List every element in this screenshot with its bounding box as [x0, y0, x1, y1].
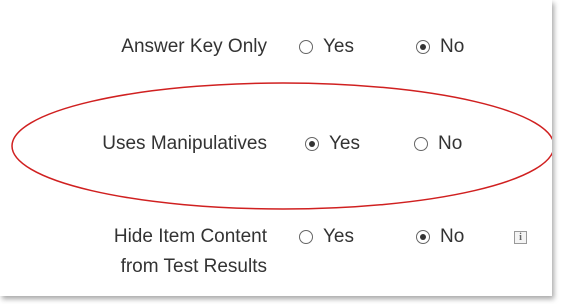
setting-label-answer-key-only: Answer Key Only: [121, 32, 267, 62]
option-label: No: [440, 226, 465, 247]
setting-row-answer-key-only: Answer Key Only Yes No: [0, 32, 552, 68]
setting-row-hide-item-content: Hide Item Content from Test Results Yes …: [0, 222, 552, 288]
radio-button[interactable]: [416, 40, 430, 54]
info-icon[interactable]: i: [514, 231, 527, 244]
radio-button[interactable]: [305, 137, 319, 151]
setting-row-uses-manipulatives: Uses Manipulatives Yes No: [0, 129, 552, 165]
option-label: No: [440, 36, 465, 57]
radio-button[interactable]: [416, 230, 430, 244]
option-label: No: [438, 133, 463, 154]
option-label: Yes: [323, 226, 354, 247]
hide-item-content-yes-radio[interactable]: Yes: [299, 225, 354, 249]
hide-item-content-no-radio[interactable]: No: [416, 225, 464, 249]
radio-button[interactable]: [299, 40, 313, 54]
radio-button[interactable]: [414, 137, 428, 151]
option-label: Yes: [323, 36, 354, 57]
option-label: Yes: [329, 133, 360, 154]
setting-label-hide-item-content: Hide Item Content from Test Results: [114, 222, 267, 282]
answer-key-only-yes-radio[interactable]: Yes: [299, 35, 354, 59]
uses-manipulatives-yes-radio[interactable]: Yes: [305, 132, 360, 156]
radio-button[interactable]: [299, 230, 313, 244]
setting-label-text: Answer Key Only: [121, 36, 267, 57]
uses-manipulatives-no-radio[interactable]: No: [414, 132, 462, 156]
setting-label-line-2: from Test Results: [120, 256, 267, 277]
settings-panel: Answer Key Only Yes No Uses Manipulative…: [0, 0, 552, 296]
setting-label-text: Uses Manipulatives: [102, 133, 267, 154]
answer-key-only-no-radio[interactable]: No: [416, 35, 464, 59]
setting-label-line-1: Hide Item Content: [113, 226, 267, 247]
setting-label-uses-manipulatives: Uses Manipulatives: [102, 129, 267, 159]
